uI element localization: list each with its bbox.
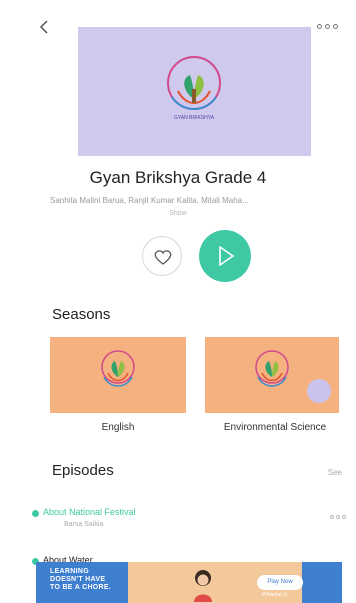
episodes-heading: Episodes — [52, 462, 114, 479]
svg-text:GYAN BRIKSHYA: GYAN BRIKSHYA — [174, 115, 215, 121]
season-label-english[interactable]: English — [50, 422, 186, 433]
episode-title: About National Festival — [43, 507, 136, 517]
season-progress-badge — [307, 379, 331, 403]
ad-character-illustration — [194, 570, 212, 602]
ad-play-now-button[interactable]: Play Now — [257, 575, 303, 590]
like-button[interactable] — [142, 236, 182, 276]
gyan-brikshya-logo: GYAN BRIKSHYA — [167, 56, 221, 121]
ad-headline-line: TO BE A CHORE. — [50, 584, 112, 591]
advertisement-banner[interactable]: LEARNING DOESN'T HAVE TO BE A CHORE. Pla… — [36, 562, 342, 603]
play-button[interactable] — [199, 230, 251, 282]
ad-headline: LEARNING DOESN'T HAVE TO BE A CHORE. — [50, 568, 111, 592]
season-thumbnail-logo — [255, 350, 289, 387]
show-type-label: Show — [169, 210, 187, 217]
episode-author: Barsa Saikia — [64, 521, 104, 528]
ad-headline-line: LEARNING — [50, 568, 89, 575]
heart-icon — [154, 250, 172, 265]
seasons-heading: Seasons — [52, 306, 111, 323]
show-authors: Sanhita Malini Barua, Ranjit Kumar Kalit… — [50, 196, 249, 205]
play-icon — [219, 246, 234, 266]
back-arrow-icon[interactable] — [36, 18, 54, 36]
episode-more-icon[interactable] — [330, 515, 346, 519]
season-card-english[interactable] — [50, 337, 186, 413]
show-cover-image: GYAN BRIKSHYA — [78, 27, 311, 156]
see-all-episodes-link[interactable]: See — [328, 468, 342, 477]
ad-headline-line: DOESN'T HAVE — [50, 576, 106, 583]
season-thumbnail-logo — [101, 350, 135, 387]
season-label-environmental-science[interactable]: Environmental Science — [200, 422, 350, 433]
more-options-icon[interactable] — [317, 24, 338, 29]
show-title: Gyan Brikshya Grade 4 — [89, 168, 267, 187]
ad-brand-label: Whitehat Jr — [262, 592, 288, 598]
episode-item[interactable]: About National Festival Barsa Saikia — [32, 507, 352, 537]
now-playing-dot-icon — [32, 510, 39, 517]
season-card-environmental-science[interactable] — [205, 337, 339, 413]
ad-right-panel — [302, 562, 342, 603]
